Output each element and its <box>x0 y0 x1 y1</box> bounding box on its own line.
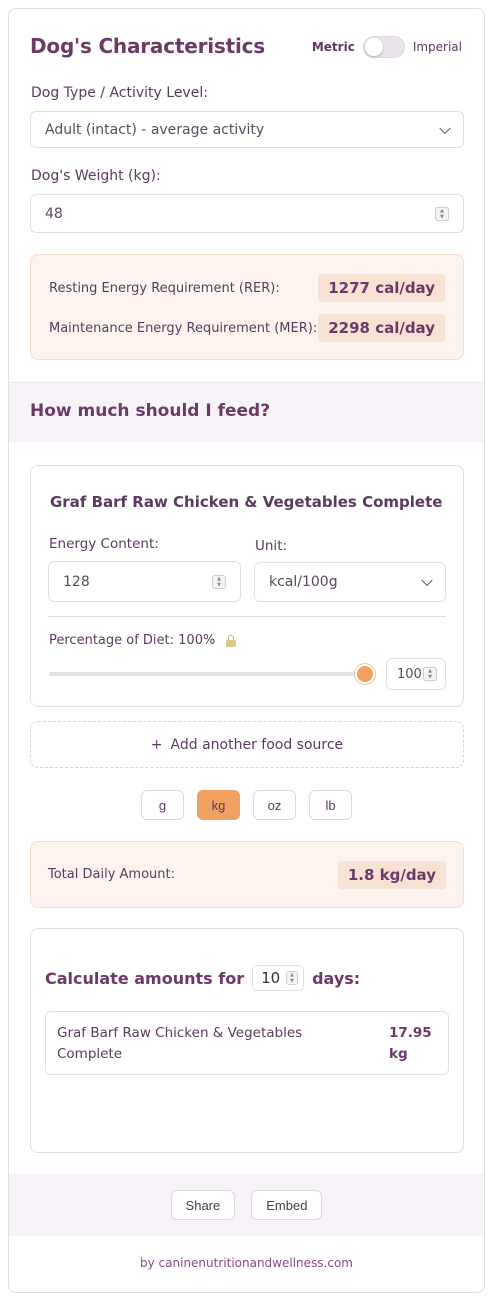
add-food-source-button[interactable]: + Add another food source <box>30 721 464 768</box>
energy-unit-value: kcal/100g <box>269 574 338 590</box>
food-source-card: Graf Barf Raw Chicken & Vegetables Compl… <box>30 465 464 707</box>
energy-content-value: 128 <box>63 573 90 590</box>
result-amount: 17.95 kg <box>389 1025 432 1062</box>
unit-label: Unit: <box>255 538 288 554</box>
actions-band: Share Embed <box>9 1174 484 1236</box>
unit-button-kg[interactable]: kg <box>197 790 240 820</box>
share-button[interactable]: Share <box>170 1190 236 1220</box>
food-name: Graf Barf Raw Chicken & Vegetables Compl… <box>50 493 443 511</box>
unit-button-g[interactable]: g <box>141 790 184 820</box>
percentage-label: Percentage of Diet: 100% <box>49 633 237 648</box>
weight-input[interactable]: 48 ▲ ▼ <box>30 194 464 233</box>
dog-type-select[interactable]: Adult (intact) - average activity <box>30 111 464 148</box>
number-spinner-icon[interactable]: ▲ ▼ <box>435 206 449 221</box>
energy-unit-select[interactable]: kcal/100g <box>254 562 446 602</box>
energy-content-label: Energy Content: <box>49 536 159 552</box>
embed-button[interactable]: Embed <box>251 1190 323 1220</box>
calculator-title: Calculate amounts for 10 ▲ ▼ days: <box>45 965 360 991</box>
mer-value: 2298 cal/day <box>318 314 445 342</box>
mer-label: Maintenance Energy Requirement (MER): <box>49 320 318 336</box>
result-food-name: Graf Barf Raw Chicken & Vegetables Compl… <box>57 1025 303 1062</box>
metric-label: Metric <box>311 40 355 54</box>
switch-knob <box>364 38 383 56</box>
calculator-suffix: days: <box>312 968 361 988</box>
number-spinner-icon[interactable]: ▲ ▼ <box>286 971 299 985</box>
plus-icon: + <box>150 736 163 753</box>
footer-credit[interactable]: by caninenutritionandwellness.com <box>9 1256 484 1270</box>
feeding-section-title: How much should I feed? <box>30 401 271 421</box>
divider <box>48 616 446 617</box>
rer-value: 1277 cal/day <box>318 274 445 302</box>
chevron-down-icon <box>421 574 433 587</box>
result-row: Graf Barf Raw Chicken & Vegetables Compl… <box>45 1011 449 1075</box>
lock-icon[interactable] <box>225 634 237 647</box>
percentage-text: Percentage of Diet: 100% <box>49 633 216 648</box>
number-spinner-icon[interactable]: ▲ ▼ <box>423 667 437 681</box>
rer-row: Resting Energy Requirement (RER): 1277 c… <box>49 273 445 303</box>
add-food-label: Add another food source <box>170 736 344 753</box>
dog-type-value: Adult (intact) - average activity <box>45 121 265 138</box>
imperial-label: Imperial <box>412 40 462 54</box>
days-input[interactable]: 10 ▲ ▼ <box>252 965 305 991</box>
energy-content-input[interactable]: 128 ▲ ▼ <box>48 561 241 602</box>
weight-label: Dog's Weight (kg): <box>31 168 161 184</box>
weight-unit-selector: g kg oz lb <box>9 790 484 820</box>
weight-value: 48 <box>45 205 63 222</box>
page-title: Dog's Characteristics <box>30 34 265 58</box>
chevron-down-icon <box>439 122 451 134</box>
units-switch[interactable] <box>362 36 405 58</box>
days-value: 10 <box>261 969 281 987</box>
number-spinner-icon[interactable]: ▲ ▼ <box>212 574 226 589</box>
days-calculator-card: Calculate amounts for 10 ▲ ▼ days: Graf B… <box>30 928 464 1153</box>
unit-button-lb[interactable]: lb <box>309 790 352 820</box>
slider-thumb[interactable] <box>355 664 375 684</box>
percentage-input-value: 100 <box>397 666 422 682</box>
total-daily-amount-panel: Total Daily Amount: 1.8 kg/day <box>30 841 464 908</box>
rer-label: Resting Energy Requirement (RER): <box>49 280 280 296</box>
percentage-slider[interactable] <box>49 664 375 684</box>
energy-requirements-panel: Resting Energy Requirement (RER): 1277 c… <box>30 254 464 360</box>
unit-button-oz[interactable]: oz <box>253 790 296 820</box>
mer-row: Maintenance Energy Requirement (MER): 22… <box>49 313 445 343</box>
total-value: 1.8 kg/day <box>337 860 446 889</box>
percentage-input[interactable]: 100 ▲ ▼ <box>386 658 446 690</box>
units-toggle[interactable]: Metric Imperial <box>312 36 462 58</box>
calculator-card: Dog's Characteristics Metric Imperial Do… <box>8 8 485 1293</box>
total-label: Total Daily Amount: <box>48 867 175 882</box>
calculator-prefix: Calculate amounts for <box>45 968 245 988</box>
dog-type-label: Dog Type / Activity Level: <box>31 85 208 101</box>
